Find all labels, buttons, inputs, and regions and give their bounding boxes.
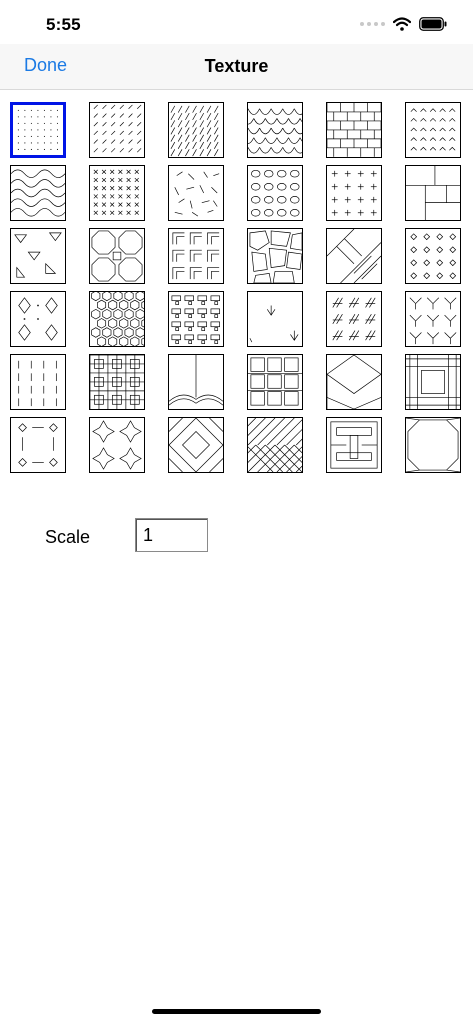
texture-chevrons[interactable]: [405, 102, 461, 158]
done-button[interactable]: Done: [24, 55, 67, 76]
texture-rectangles[interactable]: [405, 165, 461, 221]
waves-icon: [11, 169, 65, 217]
texture-dots[interactable]: [10, 102, 66, 158]
texture-arrows[interactable]: [247, 291, 303, 347]
stars-icon: [92, 420, 142, 470]
texture-stars[interactable]: [89, 417, 145, 473]
maze-icon: [172, 232, 220, 280]
texture-tiles-pattern[interactable]: [168, 291, 224, 347]
texture-y-pattern[interactable]: [405, 291, 461, 347]
texture-diagonal-lines[interactable]: [168, 102, 224, 158]
hatch-marks-icon: [332, 297, 376, 341]
status-bar: 5:55: [0, 0, 473, 44]
y-pattern-icon: [409, 297, 457, 345]
pebbles-icon: [251, 170, 300, 217]
random-lines-icon: [174, 171, 220, 217]
plus-signs-icon: [331, 170, 377, 216]
dots-icon: [17, 109, 58, 150]
signal-dots-icon: [360, 22, 385, 26]
texture-hexagons[interactable]: [89, 291, 145, 347]
status-icons: [360, 16, 447, 32]
texture-squares-grid[interactable]: [247, 354, 303, 410]
herringbone-icon: [248, 418, 302, 472]
diamonds-icon: [410, 233, 457, 280]
texture-octagon-frame[interactable]: [405, 417, 461, 473]
texture-waves[interactable]: [10, 165, 66, 221]
wifi-icon: [393, 17, 411, 31]
texture-basket-weave[interactable]: [326, 228, 382, 284]
texture-plus-signs[interactable]: [326, 165, 382, 221]
scales-icon: [248, 108, 302, 154]
argyle-icon: [327, 355, 381, 409]
texture-octagons[interactable]: [89, 228, 145, 284]
squares-grid-icon: [248, 357, 302, 406]
triangles-icon: [14, 232, 62, 278]
parquet-icon: [90, 355, 144, 409]
bricks-icon: [327, 103, 381, 157]
texture-herringbone[interactable]: [247, 417, 303, 473]
open-book-icon: [169, 355, 223, 406]
texture-bricks[interactable]: [326, 102, 382, 158]
texture-grid: [10, 102, 466, 474]
rectangles-icon: [406, 166, 460, 220]
arrows-icon: [249, 305, 299, 343]
battery-icon: [419, 17, 447, 31]
key-pattern-icon: [330, 421, 378, 469]
hexagons-icon: [91, 292, 144, 346]
texture-lattice[interactable]: [405, 354, 461, 410]
texture-stones[interactable]: [247, 228, 303, 284]
diamond-dots-icon: [18, 297, 58, 341]
dashes-icon: [93, 104, 142, 153]
navigation-bar: Done Texture: [0, 44, 473, 90]
home-indicator: [152, 1009, 321, 1014]
texture-diamond-dots[interactable]: [10, 291, 66, 347]
status-time: 5:55: [46, 15, 81, 34]
texture-maze[interactable]: [168, 228, 224, 284]
texture-diamond-dashes[interactable]: [10, 417, 66, 473]
texture-dashes[interactable]: [89, 102, 145, 158]
texture-diamonds[interactable]: [405, 228, 461, 284]
diagonal-lines-icon: [170, 105, 219, 157]
texture-diagonal-blocks[interactable]: [168, 417, 224, 473]
texture-vertical-dashes[interactable]: [10, 354, 66, 410]
octagon-frame-icon: [406, 418, 460, 472]
scale-input[interactable]: [135, 518, 208, 552]
texture-pebbles[interactable]: [247, 165, 303, 221]
scale-label: Scale: [45, 527, 91, 547]
texture-open-book[interactable]: [168, 354, 224, 410]
crosses-icon: [93, 169, 139, 215]
stones-icon: [249, 230, 302, 283]
texture-crosses[interactable]: [89, 165, 145, 221]
texture-parquet[interactable]: [89, 354, 145, 410]
octagons-icon: [91, 230, 143, 282]
texture-scales[interactable]: [247, 102, 303, 158]
vertical-dashes-icon: [18, 360, 57, 407]
chevrons-icon: [410, 108, 456, 151]
diagonal-blocks-icon: [169, 418, 223, 472]
texture-argyle[interactable]: [326, 354, 382, 410]
diamond-dashes-icon: [18, 423, 58, 467]
texture-random-lines[interactable]: [168, 165, 224, 221]
page-title: Texture: [204, 56, 269, 76]
texture-hatch-marks[interactable]: [326, 291, 382, 347]
lattice-icon: [406, 355, 460, 409]
basket-weave-icon: [327, 229, 381, 283]
texture-triangles[interactable]: [10, 228, 66, 284]
texture-key-pattern[interactable]: [326, 417, 382, 473]
tiles-pattern-icon: [171, 295, 220, 344]
